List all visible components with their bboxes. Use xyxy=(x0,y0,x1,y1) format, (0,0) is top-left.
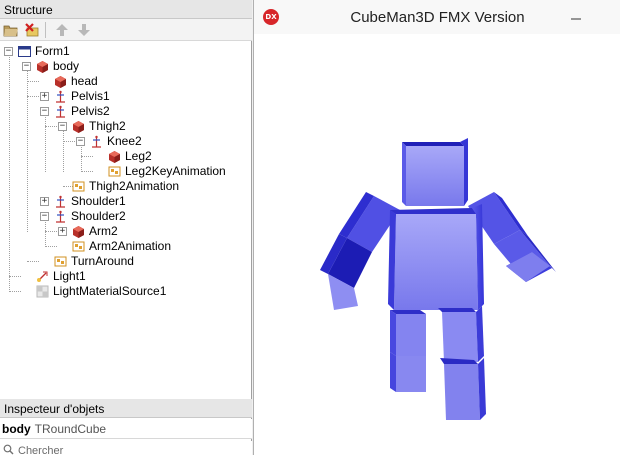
app-window: DX CubeMan3D FMX Version xyxy=(253,0,620,455)
tree-item-leg2[interactable]: Leg2 xyxy=(0,149,240,164)
animation-icon xyxy=(72,240,85,253)
tree-item-knee2[interactable]: − Knee2 xyxy=(0,134,240,149)
move-down-icon[interactable] xyxy=(76,22,92,38)
expand-icon[interactable]: + xyxy=(58,227,67,236)
cube-icon xyxy=(72,225,85,238)
tree-item-lightmaterialsource1[interactable]: LightMaterialSource1 xyxy=(0,284,240,299)
tree-item-thigh2[interactable]: − Thigh2 xyxy=(0,119,240,134)
structure-panel: Structure − Form1 − body head + Pelvis1 … xyxy=(0,0,252,455)
search-input[interactable]: Chercher xyxy=(18,445,63,455)
tree-item-turnaround[interactable]: TurnAround xyxy=(0,254,240,269)
minimize-button[interactable] xyxy=(541,0,620,34)
open-folder-icon[interactable] xyxy=(3,22,19,38)
title-bar[interactable]: DX CubeMan3D FMX Version xyxy=(254,0,620,34)
expand-icon[interactable]: + xyxy=(40,92,49,101)
torso xyxy=(388,204,484,310)
animation-icon xyxy=(54,255,67,268)
tree-item-leg2keyanimation[interactable]: Leg2KeyAnimation xyxy=(0,164,240,179)
tree-item-arm2[interactable]: + Arm2 xyxy=(0,224,240,239)
inspector-title: Inspecteur d'objets xyxy=(0,399,252,418)
cube-icon xyxy=(72,120,85,133)
viewport-3d[interactable] xyxy=(254,34,620,455)
inspector-search[interactable]: Chercher xyxy=(0,441,252,455)
animation-icon xyxy=(72,180,85,193)
tree-item-label: Arm2 xyxy=(89,224,118,238)
inspector-object-selector[interactable]: body TRoundCube xyxy=(0,419,252,439)
tree-item-label: Leg2KeyAnimation xyxy=(125,164,226,178)
light-icon xyxy=(36,270,49,283)
tree-item-label: Shoulder1 xyxy=(71,194,126,208)
dummy-icon xyxy=(54,105,67,118)
dummy-icon xyxy=(90,135,103,148)
tree-item-form1[interactable]: − Form1 xyxy=(0,44,240,59)
cubeman-figure xyxy=(320,138,556,420)
search-icon xyxy=(3,444,14,455)
structure-tree: − Form1 − body head + Pelvis1 − Pelvis2 … xyxy=(0,42,252,397)
dummy-icon xyxy=(54,210,67,223)
collapse-icon[interactable]: − xyxy=(40,212,49,221)
tree-item-label: TurnAround xyxy=(71,254,134,268)
tree-item-thigh2animation[interactable]: Thigh2Animation xyxy=(0,179,240,194)
tree-item-pelvis2[interactable]: − Pelvis2 xyxy=(0,104,240,119)
collapse-icon[interactable]: − xyxy=(22,62,31,71)
cube-icon xyxy=(54,75,67,88)
tree-item-label: body xyxy=(53,59,80,73)
tree-item-pelvis1[interactable]: + Pelvis1 xyxy=(0,89,240,104)
head xyxy=(402,138,468,206)
dummy-icon xyxy=(54,90,67,103)
collapse-icon[interactable]: − xyxy=(58,122,67,131)
toolbar-separator xyxy=(45,22,46,38)
right-leg xyxy=(438,306,486,420)
tree-item-shoulder1[interactable]: + Shoulder1 xyxy=(0,194,240,209)
tree-item-body[interactable]: − body xyxy=(0,59,240,74)
structure-title: Structure xyxy=(0,0,252,19)
tree-item-label: Shoulder2 xyxy=(71,209,126,223)
move-up-icon[interactable] xyxy=(54,22,70,38)
tree-item-label: Pelvis2 xyxy=(71,104,110,118)
collapse-icon[interactable]: − xyxy=(76,137,85,146)
tree-item-light1[interactable]: Light1 xyxy=(0,269,240,284)
tree-item-label: Knee2 xyxy=(107,134,142,148)
animation-icon xyxy=(108,165,121,178)
tree-item-arm2animation[interactable]: Arm2Animation xyxy=(0,239,240,254)
structure-toolbar xyxy=(0,19,252,41)
tree-item-label: Arm2Animation xyxy=(89,239,172,253)
inspector-object-name: body xyxy=(2,422,31,436)
expand-icon[interactable]: + xyxy=(40,197,49,206)
left-leg xyxy=(390,310,426,392)
tree-item-head[interactable]: head xyxy=(0,74,240,89)
tree-item-label: Thigh2 xyxy=(89,119,126,133)
tree-item-label: Leg2 xyxy=(125,149,152,163)
tree-item-label: Thigh2Animation xyxy=(89,179,180,193)
tree-item-label: LightMaterialSource1 xyxy=(53,284,167,298)
cube-icon xyxy=(108,150,121,163)
dummy-icon xyxy=(54,195,67,208)
delete-icon[interactable] xyxy=(24,22,40,38)
inspector-object-class: TRoundCube xyxy=(34,422,107,436)
tree-item-label: head xyxy=(71,74,98,88)
tree-item-label: Pelvis1 xyxy=(71,89,110,103)
tree-item-shoulder2[interactable]: − Shoulder2 xyxy=(0,209,240,224)
tree-item-label: Light1 xyxy=(53,269,86,283)
form-icon xyxy=(18,45,31,58)
collapse-icon[interactable]: − xyxy=(4,47,13,56)
left-arm xyxy=(320,192,400,310)
tree-item-label: Form1 xyxy=(35,44,70,58)
collapse-icon[interactable]: − xyxy=(40,107,49,116)
material-icon xyxy=(36,285,49,298)
cube-icon xyxy=(36,60,49,73)
